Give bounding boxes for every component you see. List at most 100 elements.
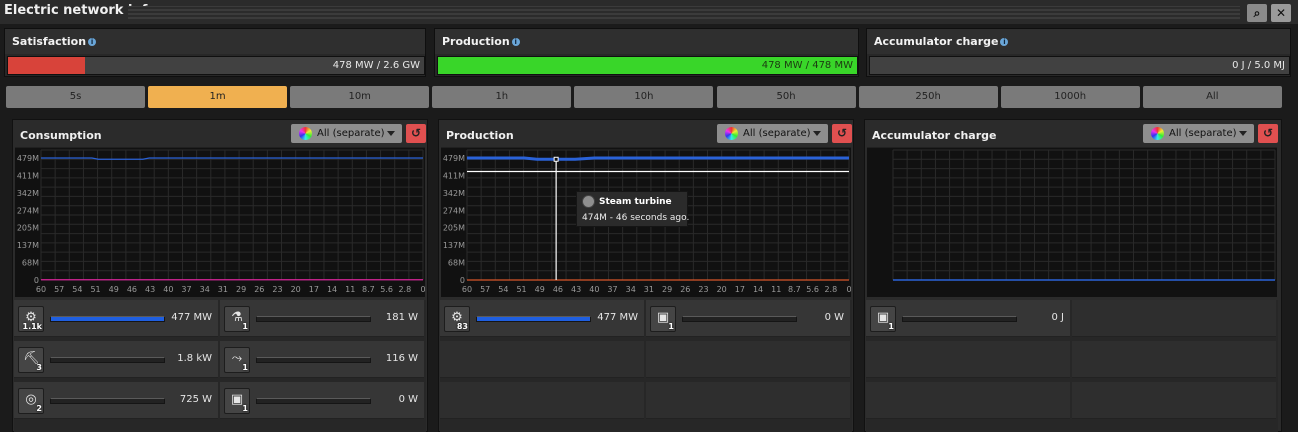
y-tick-label: 411M [17,171,39,180]
x-tick-label: 0 [846,285,851,294]
consumption-chart-svg: 479M411M342M274M205M137M68M060 57 54 51 49 46… [17,149,426,294]
satisfaction-bar: 478 MW / 2.6 GW [7,56,425,75]
entity-power-value: 181 W [385,312,418,323]
x-tick-label: 29 [662,285,672,294]
info-icon[interactable]: i [511,38,520,46]
x-tick-label: 5.6 [806,285,819,294]
lab-icon[interactable]: ⚗ 1 [224,306,250,332]
steam-turbine-icon [582,195,595,208]
panel-title: Accumulator charge [872,129,997,142]
chart-tooltip: Steam turbine 474M - 46 seconds ago. [576,191,689,227]
power-bar [476,316,591,322]
reset-icon: ↺ [1262,126,1274,140]
power-bar [682,316,797,322]
close-button[interactable]: ✕ [1271,4,1291,22]
drag-handle[interactable] [128,6,1240,19]
entity-power-value: 0 W [398,394,418,405]
y-tick-label: 205M [17,224,39,233]
series-dropdown[interactable]: All (separate) [291,124,402,143]
search-icon: ⌕ [1253,6,1261,20]
x-tick-label: 34 [626,285,636,294]
x-tick-label: 34 [200,285,210,294]
accumulator-items: ▣ 1 0 J [866,300,1278,432]
time-tab-50h[interactable]: 50h [716,86,856,108]
x-tick-label: 51 [90,285,100,294]
entity-count: 1 [242,363,248,372]
y-tick-label: 137M [17,241,39,250]
accumulator-label: Accumulator charge [874,35,999,48]
x-tick-label: 0 [420,285,425,294]
y-tick-label: 342M [443,189,465,198]
x-tick-label: 23 [272,285,282,294]
accumulator-icon[interactable]: ▣ 1 [870,306,896,332]
accumulator-icon[interactable]: ▣ 1 [224,388,250,414]
time-tab-5s[interactable]: 5s [6,86,145,108]
x-tick-label: 17 [309,285,319,294]
time-tab-10m[interactable]: 10m [290,86,430,108]
assembling-machine-icon[interactable]: ⚙ 1.1k [18,306,44,332]
y-tick-label: 68M [448,259,465,268]
x-tick-label: 40 [589,285,599,294]
x-tick-label: 2.8 [824,285,837,294]
entity-power-value: 116 W [385,353,418,364]
steam-turbine-icon[interactable]: ⚙ 83 [444,306,470,332]
production-items: ⚙ 83 477 MW ▣ 1 0 W [440,300,852,432]
panel-title: Production [446,129,514,142]
accumulator-icon[interactable]: ▣ 1 [650,306,676,332]
power-bar-fill [477,317,590,321]
x-tick-label: 8.7 [362,285,375,294]
entity-slot: ▣ 1 0 W [646,300,850,337]
x-tick-label: 43 [571,285,581,294]
reset-button[interactable]: ↺ [406,124,426,143]
production-panel: Production All (separate) ↺ 479M 411M 342M… [438,119,854,432]
close-icon: ✕ [1275,6,1287,20]
x-tick-label: 40 [163,285,173,294]
production-label: Production [442,35,510,48]
series-dropdown[interactable]: All (separate) [717,124,828,143]
power-bar-fill [51,317,164,321]
electric-mining-drill-icon[interactable]: ⛏ 3 [18,347,44,373]
all-signals-icon [299,127,312,140]
reset-button[interactable]: ↺ [832,124,852,143]
chevron-down-icon [1239,131,1247,136]
info-icon[interactable]: i [1000,38,1009,46]
accumulator-box: Accumulator charge i 0 J / 5.0 MJ [866,28,1291,77]
all-signals-icon [1151,127,1164,140]
time-tab-1m[interactable]: 1m [148,86,288,108]
time-tab-All[interactable]: All [1142,86,1282,108]
reset-button[interactable]: ↺ [1258,124,1278,143]
entity-count: 1 [668,322,674,331]
info-icon[interactable]: i [88,38,97,46]
entity-slot: ▣ 1 0 W [220,382,424,419]
entity-slot: ⚙ 83 477 MW [440,300,644,337]
entity-slot: ⚗ 1 181 W [220,300,424,337]
x-tick-label: 29 [236,285,246,294]
empty-slot [1072,341,1276,378]
empty-slot [440,341,644,378]
time-tab-1000h[interactable]: 1000h [1000,86,1140,108]
x-tick-label: 14 [327,285,337,294]
y-tick-label: 479M [17,154,39,163]
consumption-chart[interactable]: 479M 411M 342M 274M 205M 137M 68M 0 60 57 54 51 49 46… [15,147,426,297]
radar-icon[interactable]: ◎ 2 [18,388,44,414]
power-bar [50,398,165,404]
series-dropdown[interactable]: All (separate) [1143,124,1254,143]
x-tick-label: 57 [480,285,490,294]
search-button[interactable]: ⌕ [1247,4,1267,22]
x-tick-label: 20 [717,285,727,294]
title-bar[interactable]: Electric network info ⌕ ✕ [0,0,1298,24]
empty-slot [440,382,644,419]
inserter-icon[interactable]: ⤳ 1 [224,347,250,373]
time-tab-1h[interactable]: 1h [432,86,572,108]
entity-count: 2 [36,404,42,413]
y-tick-label: 68M [22,259,39,268]
all-signals-icon [725,127,738,140]
time-tab-10h[interactable]: 10h [574,86,714,108]
accumulator-chart[interactable] [867,147,1277,297]
x-tick-label: 49 [535,285,545,294]
x-tick-label: 20 [291,285,301,294]
entity-count: 1 [888,322,894,331]
cursor-point [553,156,559,162]
time-tab-250h[interactable]: 250h [858,86,998,108]
accumulator-bar: 0 J / 5.0 MJ [869,56,1290,75]
